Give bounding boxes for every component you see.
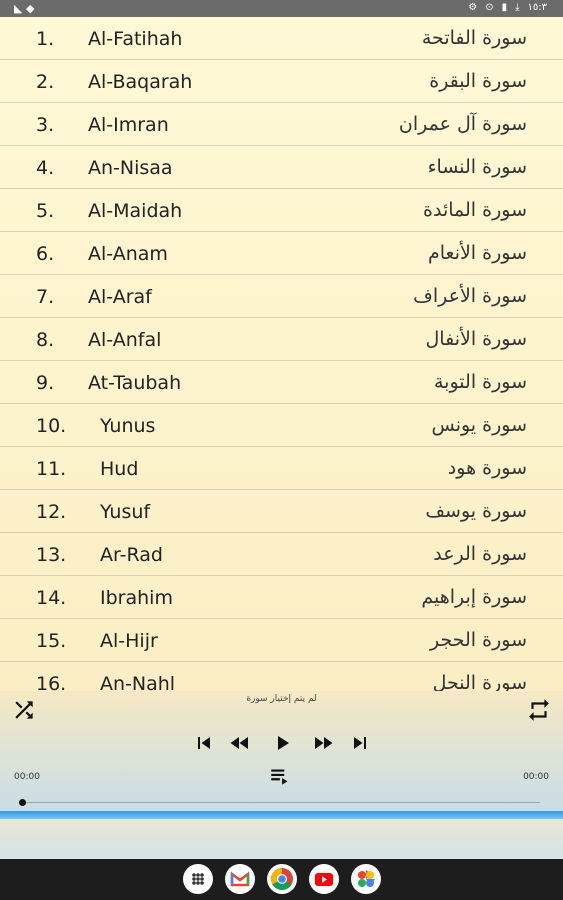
surah-number: 2. [36, 71, 55, 93]
playlist-icon[interactable] [266, 763, 296, 793]
surah-name-english: An-Nisaa [88, 157, 173, 179]
surah-list[interactable]: 1. Al-Fatihah سورة الفاتحة 2. Al-Baqarah… [0, 17, 563, 691]
total-time: 00:00 [523, 772, 549, 782]
audio-player: لم يتم إختيار سورة 00:00 00:00 [0, 691, 563, 811]
surah-name-arabic: سورة يونس [431, 414, 527, 436]
surah-name-arabic: سورة آل عمران [398, 113, 527, 135]
seek-handle[interactable] [19, 799, 26, 806]
surah-number: 12. [36, 501, 67, 523]
surah-name-english: Al-Maidah [88, 200, 183, 222]
surah-number: 11. [36, 458, 67, 480]
surah-number: 9. [36, 372, 55, 394]
surah-number: 5. [36, 200, 55, 222]
surah-name-arabic: سورة البقرة [429, 70, 527, 92]
settings-status-icon: ⚙ [468, 2, 478, 13]
surah-number: 6. [36, 243, 55, 265]
surah-name-english: An-Nahl [100, 673, 176, 691]
surah-name-arabic: سورة المائدة [423, 199, 527, 221]
surah-number: 16. [36, 673, 67, 691]
download-icon: ⤓ [515, 2, 520, 13]
list-item[interactable]: 12. Yusuf سورة يوسف [0, 490, 563, 533]
list-item[interactable]: 7. Al-Araf سورة الأعراف [0, 275, 563, 318]
taskbar [0, 859, 563, 900]
surah-number: 15. [36, 630, 67, 652]
surah-name-english: Al-Baqarah [88, 71, 193, 93]
surah-number: 10. [36, 415, 67, 437]
list-item[interactable]: 8. Al-Anfal سورة الأنفال [0, 318, 563, 361]
play-icon[interactable] [270, 730, 294, 760]
surah-name-arabic: سورة التوبة [434, 371, 527, 393]
surah-name-arabic: سورة النحل [432, 672, 527, 691]
list-item[interactable]: 13. Ar-Rad سورة الرعد [0, 533, 563, 576]
chrome-icon[interactable] [267, 864, 297, 894]
shuffle-icon[interactable] [11, 697, 37, 727]
status-icons-left: ◣ ◆ [14, 2, 34, 15]
now-playing-label: لم يتم إختيار سورة [246, 694, 317, 704]
status-icons-right: ⚙ ⊙ ▮ ⤓ ١٥:٣ [468, 2, 547, 13]
surah-name-english: At-Taubah [88, 372, 182, 394]
footer-panel [0, 819, 563, 859]
surah-name-arabic: سورة الحجر [430, 629, 527, 651]
seek-bar[interactable] [19, 799, 540, 806]
surah-name-arabic: سورة الأنعام [427, 242, 527, 264]
surah-name-english: Yusuf [100, 501, 151, 523]
surah-name-arabic: سورة هود [447, 457, 527, 479]
elapsed-time: 00:00 [14, 772, 40, 782]
skip-previous-icon[interactable] [192, 731, 216, 759]
surah-name-english: Al-Hijr [100, 630, 158, 652]
wifi-icon: ◆ [25, 2, 35, 15]
surah-name-arabic: سورة الفاتحة [421, 27, 527, 49]
list-item[interactable]: 3. Al-Imran سورة آل عمران [0, 103, 563, 146]
list-item[interactable]: 16. An-Nahl سورة النحل [0, 662, 563, 691]
app-drawer-icon[interactable] [183, 864, 213, 894]
surah-number: 8. [36, 329, 55, 351]
surah-name-english: Yunus [100, 415, 156, 437]
surah-name-english: Ar-Rad [100, 544, 163, 566]
youtube-icon[interactable] [309, 864, 339, 894]
status-bar: ◣ ◆ ⚙ ⊙ ▮ ⤓ ١٥:٣ [0, 0, 563, 17]
surah-name-english: Al-Fatihah [88, 28, 183, 50]
battery-icon: ▮ [501, 2, 508, 13]
skip-next-icon[interactable] [348, 731, 372, 759]
surah-name-english: Ibrahim [100, 587, 173, 609]
surah-name-english: Hud [100, 458, 139, 480]
surah-number: 3. [36, 114, 55, 136]
fast-forward-icon[interactable] [310, 731, 336, 759]
surah-name-english: Al-Anfal [88, 329, 162, 351]
list-item[interactable]: 5. Al-Maidah سورة المائدة [0, 189, 563, 232]
surah-name-english: Al-Imran [88, 114, 169, 136]
surah-name-arabic: سورة الرعد [433, 543, 527, 565]
surah-name-arabic: سورة الأنفال [425, 328, 527, 350]
list-item[interactable]: 4. An-Nisaa سورة النساء [0, 146, 563, 189]
surah-name-english: Al-Araf [88, 286, 152, 308]
status-clock: ١٥:٣ [527, 2, 547, 13]
surah-name-arabic: سورة إبراهيم [421, 586, 527, 608]
list-item[interactable]: 10. Yunus سورة يونس [0, 404, 563, 447]
gmail-icon[interactable] [225, 864, 255, 894]
list-item[interactable]: 6. Al-Anam سورة الأنعام [0, 232, 563, 275]
photos-icon[interactable] [351, 864, 381, 894]
sync-icon: ⊙ [485, 2, 494, 13]
surah-number: 4. [36, 157, 55, 179]
surah-number: 13. [36, 544, 67, 566]
list-item[interactable]: 2. Al-Baqarah سورة البقرة [0, 60, 563, 103]
surah-number: 1. [36, 28, 55, 50]
signal-icon: ◣ [14, 2, 23, 15]
surah-name-arabic: سورة يوسف [425, 500, 527, 522]
list-item[interactable]: 9. At-Taubah سورة التوبة [0, 361, 563, 404]
list-item[interactable]: 11. Hud سورة هود [0, 447, 563, 490]
surah-name-arabic: سورة الأعراف [413, 285, 527, 307]
surah-number: 14. [36, 587, 67, 609]
rewind-icon[interactable] [227, 731, 253, 759]
list-item[interactable]: 14. Ibrahim سورة إبراهيم [0, 576, 563, 619]
repeat-icon[interactable] [526, 697, 552, 727]
list-item[interactable]: 15. Al-Hijr سورة الحجر [0, 619, 563, 662]
surah-number: 7. [36, 286, 55, 308]
surah-name-arabic: سورة النساء [427, 156, 527, 178]
list-item[interactable]: 1. Al-Fatihah سورة الفاتحة [0, 17, 563, 60]
accent-strip [0, 811, 563, 819]
surah-name-english: Al-Anam [88, 243, 168, 265]
